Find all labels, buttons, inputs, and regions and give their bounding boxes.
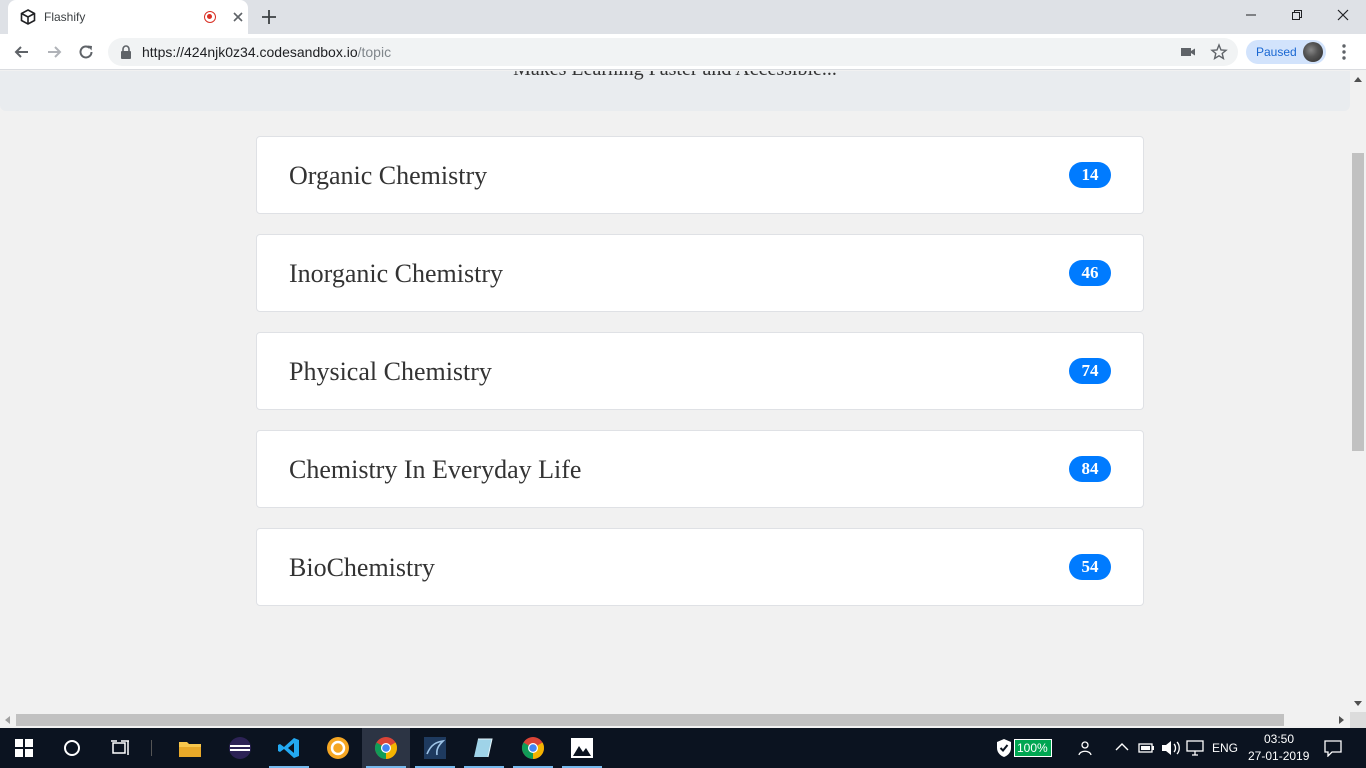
taskbar-vscode[interactable]	[265, 728, 313, 768]
camera-icon[interactable]	[1179, 43, 1197, 61]
taskbar-chrome-active[interactable]	[362, 728, 410, 768]
topic-item[interactable]: BioChemistry 54	[256, 528, 1144, 606]
restore-icon	[1292, 10, 1302, 20]
profile-paused-button[interactable]: Paused	[1246, 40, 1326, 64]
taskbar-separator	[151, 740, 152, 756]
topic-count-badge: 84	[1069, 456, 1111, 482]
people-icon[interactable]	[1078, 739, 1096, 757]
url-path: /topic	[357, 44, 392, 60]
horizontal-scroll-thumb[interactable]	[16, 714, 1284, 726]
eclipse-icon	[229, 737, 251, 759]
topic-name: Inorganic Chemistry	[289, 259, 503, 288]
start-button[interactable]	[0, 728, 48, 768]
scrollbar-corner	[1350, 712, 1366, 728]
show-hidden-icons-chevron-icon[interactable]	[1115, 742, 1129, 752]
battery-indicator: 100%	[1014, 739, 1052, 757]
vertical-scrollbar[interactable]	[1350, 71, 1366, 712]
tab-title: Flashify	[44, 10, 86, 24]
defender-shield-icon[interactable]	[996, 738, 1012, 758]
back-arrow-icon[interactable]	[12, 42, 32, 62]
taskbar-chrome-2[interactable]	[509, 728, 557, 768]
folder-icon	[179, 742, 201, 757]
taskbar-eclipse[interactable]	[216, 728, 264, 768]
taskbar-notes-app[interactable]	[460, 728, 508, 768]
topic-count-badge: 46	[1069, 260, 1111, 286]
clock-date[interactable]: 27-01-2019	[1248, 749, 1309, 763]
power-battery-icon[interactable]	[1138, 740, 1156, 756]
topic-name: Organic Chemistry	[289, 161, 488, 190]
vscode-icon	[278, 738, 299, 758]
clock-time[interactable]: 03:50	[1264, 732, 1294, 746]
topic-item[interactable]: Chemistry In Everyday Life 84	[256, 430, 1144, 508]
paused-label: Paused	[1256, 45, 1297, 59]
scroll-down-arrow-icon[interactable]	[1354, 701, 1362, 706]
page-viewport: Makes Learning Faster and Accessible... …	[0, 71, 1350, 712]
topic-name: Chemistry In Everyday Life	[289, 455, 582, 484]
input-language[interactable]: ENG	[1212, 741, 1238, 755]
topic-item[interactable]: Inorganic Chemistry 46	[256, 234, 1144, 312]
taskbar-app-yellow[interactable]	[314, 728, 362, 768]
notepad-icon	[474, 738, 493, 758]
header-jumbotron: Makes Learning Faster and Accessible...	[0, 71, 1350, 111]
codesandbox-cube-icon	[20, 9, 36, 25]
network-monitor-icon[interactable]	[1186, 739, 1204, 757]
minimize-icon	[1246, 14, 1256, 16]
bookmark-star-icon[interactable]	[1210, 43, 1228, 61]
topic-name: Physical Chemistry	[289, 357, 492, 386]
windows-taskbar: ENG 03:50 27-01-2019	[0, 728, 1366, 768]
browser-tab[interactable]: Flashify	[8, 0, 248, 34]
scroll-left-arrow-icon[interactable]	[5, 716, 10, 724]
scroll-right-arrow-icon[interactable]	[1339, 716, 1344, 724]
taskbar-sql-workbench[interactable]	[411, 728, 459, 768]
taskbar-photos[interactable]	[558, 728, 606, 768]
topic-count-badge: 74	[1069, 358, 1111, 384]
chrome-icon	[375, 737, 397, 759]
task-view-icon	[111, 740, 129, 755]
minimize-window-button[interactable]	[1228, 0, 1274, 30]
close-icon	[1337, 9, 1349, 21]
chrome-icon	[522, 737, 544, 759]
topic-item[interactable]: Organic Chemistry 14	[256, 136, 1144, 214]
horizontal-scrollbar[interactable]	[0, 712, 1350, 728]
topic-count-badge: 14	[1069, 162, 1111, 188]
more-menu-icon[interactable]	[1336, 43, 1352, 61]
url-text: https://424njk0z34.codesandbox.io/topic	[142, 44, 391, 60]
close-tab-icon[interactable]	[230, 9, 246, 25]
windows-logo-icon	[15, 739, 33, 757]
taskbar-file-explorer[interactable]	[166, 728, 214, 768]
cortana-button[interactable]	[48, 728, 96, 768]
search-circle-icon	[64, 740, 80, 756]
task-view-button[interactable]	[96, 728, 144, 768]
browser-tab-strip: Flashify	[0, 0, 1366, 34]
new-tab-plus-icon[interactable]	[260, 8, 278, 26]
battery-percent: 100%	[1017, 741, 1048, 755]
recording-indicator-icon	[204, 11, 216, 23]
url-host: https://424njk0z34.codesandbox.io	[142, 44, 358, 60]
topic-name: BioChemistry	[289, 553, 435, 582]
topic-count-badge: 54	[1069, 554, 1111, 580]
topic-item[interactable]: Physical Chemistry 74	[256, 332, 1144, 410]
close-window-button[interactable]	[1320, 0, 1366, 30]
address-bar[interactable]: https://424njk0z34.codesandbox.io/topic	[108, 38, 1238, 66]
yellow-circle-app-icon	[327, 737, 349, 759]
forward-arrow-icon[interactable]	[44, 42, 64, 62]
scroll-up-arrow-icon[interactable]	[1354, 77, 1362, 82]
action-center-notification-icon[interactable]	[1324, 739, 1342, 757]
photos-icon	[571, 738, 593, 758]
restore-window-button[interactable]	[1274, 0, 1320, 30]
lock-icon	[121, 45, 131, 59]
avatar	[1303, 42, 1323, 62]
volume-icon[interactable]	[1161, 739, 1181, 757]
reload-icon[interactable]	[76, 42, 96, 62]
vertical-scroll-thumb[interactable]	[1352, 153, 1364, 451]
database-dolphin-icon	[424, 737, 446, 759]
browser-toolbar: https://424njk0z34.codesandbox.io/topic …	[0, 34, 1366, 70]
tagline: Makes Learning Faster and Accessible...	[0, 71, 1350, 81]
